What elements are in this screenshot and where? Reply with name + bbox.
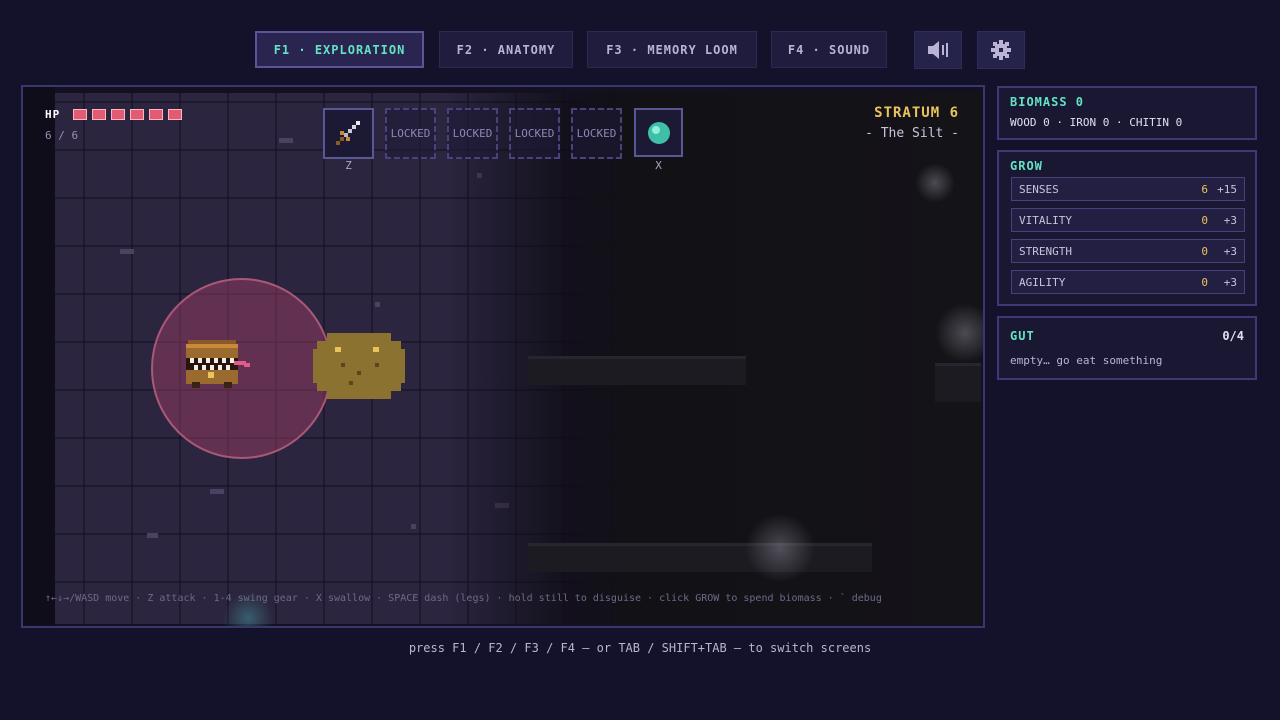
- speaker-mute-icon: [928, 41, 948, 59]
- hp-text: 6 / 6: [45, 129, 79, 142]
- stratum-title: STRATUM 6: [874, 105, 959, 121]
- tab-memory-loom[interactable]: F3 · MEMORY LOOM: [587, 31, 757, 68]
- grow-title: GROW: [1010, 159, 1043, 173]
- stratum-name: - The Silt -: [865, 126, 959, 141]
- swallow-slot-key-x: X: [655, 159, 662, 172]
- stat-cost: +3: [1223, 245, 1237, 258]
- gear-slot-locked[interactable]: LOCKED: [509, 108, 560, 159]
- gear-slot-locked[interactable]: LOCKED: [447, 108, 498, 159]
- grow-panel: GROW SENSES 6 +15 VITALITY 0 +3 STRENGTH…: [997, 150, 1257, 306]
- stat-name: STRENGTH: [1019, 245, 1072, 258]
- hp-pip: [111, 109, 125, 120]
- hp-pip: [149, 109, 163, 120]
- materials-counter: WOOD 0 · IRON 0 · CHITIN 0: [1010, 116, 1183, 129]
- game-viewport[interactable]: HP 6 / 6 Z LOCKED LOCKED LOCKED LOCKED X…: [21, 85, 985, 628]
- grow-agility-button[interactable]: AGILITY 0 +3: [1011, 270, 1245, 294]
- gear-slot-locked[interactable]: LOCKED: [571, 108, 622, 159]
- distant-glow: [915, 163, 955, 203]
- gut-count: 0/4: [1222, 329, 1244, 343]
- stat-value: 0: [1201, 276, 1208, 289]
- stone-ledge: [528, 356, 746, 385]
- tab-sound[interactable]: F4 · SOUND: [771, 31, 887, 68]
- orb-icon: [647, 121, 670, 144]
- stat-value: 0: [1201, 214, 1208, 227]
- grow-vitality-button[interactable]: VITALITY 0 +3: [1011, 208, 1245, 232]
- stone-ledge: [528, 543, 872, 572]
- gut-panel: GUT 0/4 empty… go eat something: [997, 316, 1257, 380]
- left-wall: [23, 87, 55, 626]
- biomass-counter: BIOMASS 0: [1010, 95, 1085, 109]
- biomass-blob: [313, 333, 405, 399]
- hp-pip: [168, 109, 182, 120]
- stat-name: AGILITY: [1019, 276, 1066, 289]
- mute-button[interactable]: [914, 31, 962, 69]
- stat-name: VITALITY: [1019, 214, 1072, 227]
- gear-slot-sword[interactable]: [323, 108, 374, 159]
- distant-glow: [745, 513, 815, 583]
- settings-button[interactable]: [977, 31, 1025, 69]
- sword-icon: [335, 120, 360, 145]
- tab-exploration[interactable]: F1 · EXPLORATION: [255, 31, 424, 68]
- swallow-slot[interactable]: [634, 108, 683, 157]
- grow-strength-button[interactable]: STRENGTH 0 +3: [1011, 239, 1245, 263]
- resources-panel: BIOMASS 0 WOOD 0 · IRON 0 · CHITIN 0: [997, 86, 1257, 140]
- gut-title: GUT: [1010, 329, 1035, 343]
- world-map: [55, 93, 983, 626]
- hp-bar: [73, 109, 182, 120]
- hp-pip: [92, 109, 106, 120]
- grow-senses-button[interactable]: SENSES 6 +15: [1011, 177, 1245, 201]
- gut-message: empty… go eat something: [1010, 354, 1163, 367]
- gear-icon: [991, 40, 1011, 60]
- stat-value: 6: [1201, 183, 1208, 196]
- screen-switch-hint: press F1 / F2 / F3 / F4 — or TAB / SHIFT…: [408, 641, 872, 655]
- gear-slot-locked[interactable]: LOCKED: [385, 108, 436, 159]
- hp-label: HP: [45, 108, 61, 121]
- stat-cost: +3: [1223, 276, 1237, 289]
- stat-name: SENSES: [1019, 183, 1059, 196]
- stat-value: 0: [1201, 245, 1208, 258]
- stone-ledge: [935, 363, 981, 402]
- gear-slot-key-z: Z: [345, 159, 352, 172]
- hp-pip: [73, 109, 87, 120]
- stat-cost: +3: [1223, 214, 1237, 227]
- tab-anatomy[interactable]: F2 · ANATOMY: [439, 31, 573, 68]
- mimic-chest-player: [186, 340, 250, 388]
- hp-pip: [130, 109, 144, 120]
- controls-help: ↑←↓→/WASD move · Z attack · 1-4 swing ge…: [45, 593, 882, 604]
- stat-cost: +15: [1217, 183, 1237, 196]
